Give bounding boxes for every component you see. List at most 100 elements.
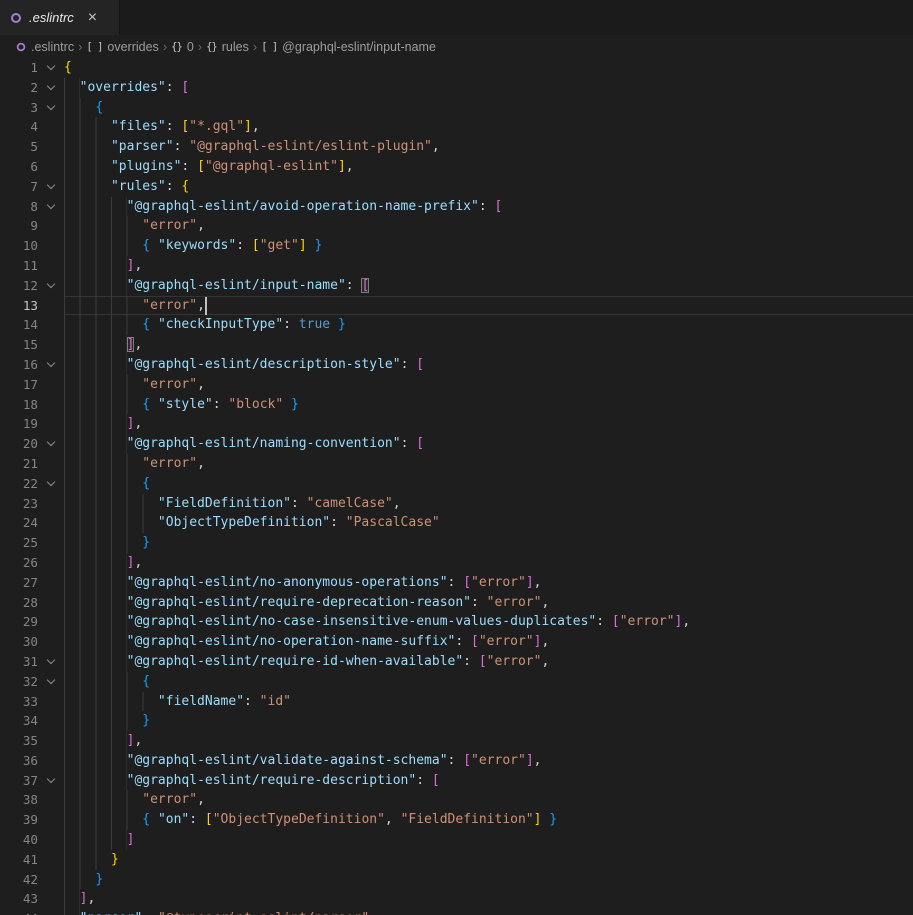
code-text[interactable]: { "style": "block" }: [64, 395, 913, 415]
chevron-down-icon[interactable]: [47, 82, 55, 90]
code-text[interactable]: ],: [64, 731, 913, 751]
code-text[interactable]: }: [64, 533, 913, 553]
code-text[interactable]: {: [64, 474, 913, 494]
code-text[interactable]: "error",: [64, 375, 913, 395]
code-text[interactable]: ]: [64, 830, 913, 850]
fold-column: [38, 909, 64, 915]
code-text[interactable]: { "checkInputType": true }: [64, 315, 913, 335]
code-text[interactable]: ],: [64, 553, 913, 573]
breadcrumb-separator: ›: [253, 39, 257, 54]
chevron-down-icon[interactable]: [47, 359, 55, 367]
line-number: 25: [0, 533, 38, 553]
code-text[interactable]: ],: [64, 889, 913, 909]
line-number: 34: [0, 711, 38, 731]
code-text[interactable]: "@graphql-eslint/no-anonymous-operations…: [64, 573, 913, 593]
code-line: 4 "files": ["*.gql"],: [0, 117, 913, 137]
code-text[interactable]: "parser": "@graphql-eslint/eslint-plugin…: [64, 137, 913, 157]
line-number: 15: [0, 335, 38, 355]
code-text[interactable]: ],: [64, 414, 913, 434]
fold-column: [38, 474, 64, 494]
breadcrumb-item[interactable]: .eslintrc: [16, 40, 74, 54]
code-text[interactable]: { "on": ["ObjectTypeDefinition", "FieldD…: [64, 810, 913, 830]
code-text[interactable]: "plugins": ["@graphql-eslint"],: [64, 157, 913, 177]
code-text[interactable]: "files": ["*.gql"],: [64, 117, 913, 137]
code-text[interactable]: "@graphql-eslint/no-case-insensitive-enu…: [64, 612, 913, 632]
code-text[interactable]: "@graphql-eslint/naming-convention": [: [64, 434, 913, 454]
code-text[interactable]: "error",: [64, 216, 913, 236]
code-text[interactable]: "error",: [64, 790, 913, 810]
code-text[interactable]: {: [64, 672, 913, 692]
code-editor[interactable]: 1{2 "overrides": [3 {4 "files": ["*.gql"…: [0, 58, 913, 915]
chevron-down-icon[interactable]: [47, 774, 55, 782]
chevron-down-icon[interactable]: [47, 656, 55, 664]
chevron-down-icon[interactable]: [47, 477, 55, 485]
code-text[interactable]: {: [64, 58, 913, 78]
breadcrumb-item[interactable]: {}rules: [206, 40, 249, 54]
code-line: 9 "error",: [0, 216, 913, 236]
line-number: 30: [0, 632, 38, 652]
fold-column: [38, 414, 64, 434]
code-text[interactable]: "@graphql-eslint/require-description": [: [64, 771, 913, 791]
code-text[interactable]: { "keywords": ["get"] }: [64, 236, 913, 256]
code-text[interactable]: "@graphql-eslint/require-deprecation-rea…: [64, 593, 913, 613]
fold-column: [38, 810, 64, 830]
breadcrumb-item[interactable]: [ ]overrides: [86, 40, 158, 54]
code-text[interactable]: "@graphql-eslint/description-style": [: [64, 355, 913, 375]
fold-column: [38, 58, 64, 78]
code-text[interactable]: {: [64, 98, 913, 118]
code-text[interactable]: ],: [64, 335, 913, 355]
code-text[interactable]: "fieldName": "id": [64, 692, 913, 712]
tab-eslintrc[interactable]: .eslintrc ×: [0, 0, 120, 35]
line-number: 22: [0, 474, 38, 494]
code-text[interactable]: "@graphql-eslint/avoid-operation-name-pr…: [64, 197, 913, 217]
code-text[interactable]: }: [64, 850, 913, 870]
line-number: 19: [0, 414, 38, 434]
code-text[interactable]: "@graphql-eslint/validate-against-schema…: [64, 751, 913, 771]
chevron-down-icon[interactable]: [47, 62, 55, 70]
fold-column: [38, 296, 64, 316]
fold-column: [38, 731, 64, 751]
breadcrumb-separator: ›: [78, 39, 82, 54]
code-text[interactable]: "overrides": [: [64, 78, 913, 98]
breadcrumb-item[interactable]: {}0: [171, 40, 194, 54]
code-text[interactable]: ],: [64, 256, 913, 276]
fold-column: [38, 889, 64, 909]
code-text[interactable]: "@graphql-eslint/input-name": [: [64, 276, 913, 296]
chevron-down-icon[interactable]: [47, 181, 55, 189]
line-number: 40: [0, 830, 38, 850]
fold-column: [38, 276, 64, 296]
code-text[interactable]: "ObjectTypeDefinition": "PascalCase": [64, 513, 913, 533]
line-number: 20: [0, 434, 38, 454]
fold-column: [38, 830, 64, 850]
fold-column: [38, 553, 64, 573]
code-line: 43 ],: [0, 889, 913, 909]
code-line: 20 "@graphql-eslint/naming-convention": …: [0, 434, 913, 454]
eslint-file-icon: [17, 42, 26, 51]
line-number: 37: [0, 771, 38, 791]
fold-column: [38, 751, 64, 771]
close-tab-icon[interactable]: ×: [88, 10, 97, 26]
code-text[interactable]: "FieldDefinition": "camelCase",: [64, 494, 913, 514]
fold-column: [38, 454, 64, 474]
chevron-down-icon[interactable]: [47, 200, 55, 208]
fold-column: [38, 177, 64, 197]
code-text[interactable]: "error",: [64, 296, 913, 316]
breadcrumb-label: rules: [222, 40, 249, 54]
code-text[interactable]: "error",: [64, 454, 913, 474]
line-number: 24: [0, 513, 38, 533]
code-text[interactable]: "parser": "@typescript-eslint/parser": [64, 909, 913, 915]
code-text[interactable]: "rules": {: [64, 177, 913, 197]
fold-column: [38, 632, 64, 652]
code-line: 3 {: [0, 98, 913, 118]
chevron-down-icon[interactable]: [47, 438, 55, 446]
code-line: 34 }: [0, 711, 913, 731]
breadcrumb-item[interactable]: [ ]@graphql-eslint/input-name: [261, 40, 436, 54]
chevron-down-icon[interactable]: [47, 280, 55, 288]
line-number: 44: [0, 909, 38, 915]
code-text[interactable]: "@graphql-eslint/no-operation-name-suffi…: [64, 632, 913, 652]
code-text[interactable]: }: [64, 870, 913, 890]
code-text[interactable]: }: [64, 711, 913, 731]
code-text[interactable]: "@graphql-eslint/require-id-when-availab…: [64, 652, 913, 672]
chevron-down-icon[interactable]: [47, 675, 55, 683]
chevron-down-icon[interactable]: [47, 101, 55, 109]
